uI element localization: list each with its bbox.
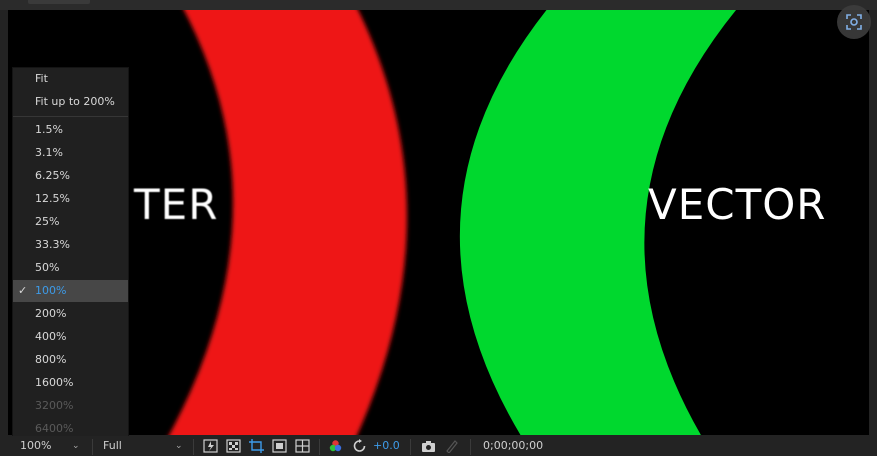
focus-scan-icon	[846, 14, 862, 30]
menu-item-zoom[interactable]: 400%	[13, 326, 128, 348]
menu-divider	[13, 116, 128, 117]
toggle-mask-icon[interactable]	[272, 439, 287, 453]
resolution-dropdown[interactable]: Full ⌄	[103, 436, 183, 456]
transparency-grid-icon[interactable]	[226, 439, 241, 453]
checkmark-icon: ✓	[18, 284, 28, 297]
grid-guides-icon[interactable]	[295, 439, 310, 453]
viewer-footer-toolbar: 100% ⌄ Full ⌄ +0.0 0;00;00;00	[0, 436, 877, 456]
composition-viewer[interactable]: TER VECTOR	[8, 10, 869, 435]
menu-item-fit[interactable]: Fit	[13, 68, 128, 90]
toolbar-divider	[193, 439, 194, 455]
menu-item-zoom[interactable]: 6.25%	[13, 165, 128, 187]
active-tab[interactable]	[28, 0, 90, 4]
snapshot-button[interactable]	[837, 5, 871, 39]
menu-item-zoom[interactable]: 3.1%	[13, 142, 128, 164]
chevron-down-icon: ⌄	[72, 441, 80, 451]
magnification-value: 100%	[20, 439, 52, 452]
menu-item-zoom[interactable]: 12.5%	[13, 188, 128, 210]
current-time-display[interactable]: 0;00;00;00	[483, 436, 543, 456]
reset-exposure-icon[interactable]	[352, 439, 367, 453]
menu-item-zoom-selected[interactable]: ✓ 100%	[13, 280, 128, 302]
resolution-value: Full	[103, 439, 122, 452]
menu-item-zoom[interactable]: 25%	[13, 211, 128, 233]
camera-icon[interactable]	[421, 439, 436, 453]
rgb-channels-icon[interactable]	[328, 439, 343, 453]
menu-item-fit-up-to-200[interactable]: Fit up to 200%	[13, 91, 128, 113]
menu-item-zoom[interactable]: 800%	[13, 349, 128, 371]
menu-item-label: 100%	[35, 284, 67, 297]
menu-item-zoom[interactable]: 1.5%	[13, 119, 128, 141]
exposure-value[interactable]: +0.0	[373, 436, 400, 456]
menu-item-zoom[interactable]: 33.3%	[13, 234, 128, 256]
raster-text: TER	[134, 180, 219, 229]
menu-item-zoom[interactable]: 1600%	[13, 372, 128, 394]
show-snapshot-icon[interactable]	[444, 439, 459, 453]
menu-item-zoom[interactable]: 200%	[13, 303, 128, 325]
zoom-menu: Fit Fit up to 200% 1.5% 3.1% 6.25% 12.5%…	[12, 67, 129, 439]
menu-item-zoom[interactable]: 50%	[13, 257, 128, 279]
top-tab-bar	[0, 0, 877, 10]
chevron-down-icon: ⌄	[175, 441, 183, 451]
toolbar-divider	[92, 439, 93, 455]
fast-previews-icon[interactable]	[203, 439, 218, 453]
menu-item-zoom-disabled: 3200%	[35, 399, 74, 412]
toolbar-divider	[319, 439, 320, 455]
region-of-interest-icon[interactable]	[249, 439, 264, 453]
toolbar-divider	[470, 439, 471, 455]
toolbar-divider	[410, 439, 411, 455]
vector-text: VECTOR	[648, 180, 827, 229]
magnification-dropdown[interactable]: 100% ⌄	[20, 436, 80, 456]
